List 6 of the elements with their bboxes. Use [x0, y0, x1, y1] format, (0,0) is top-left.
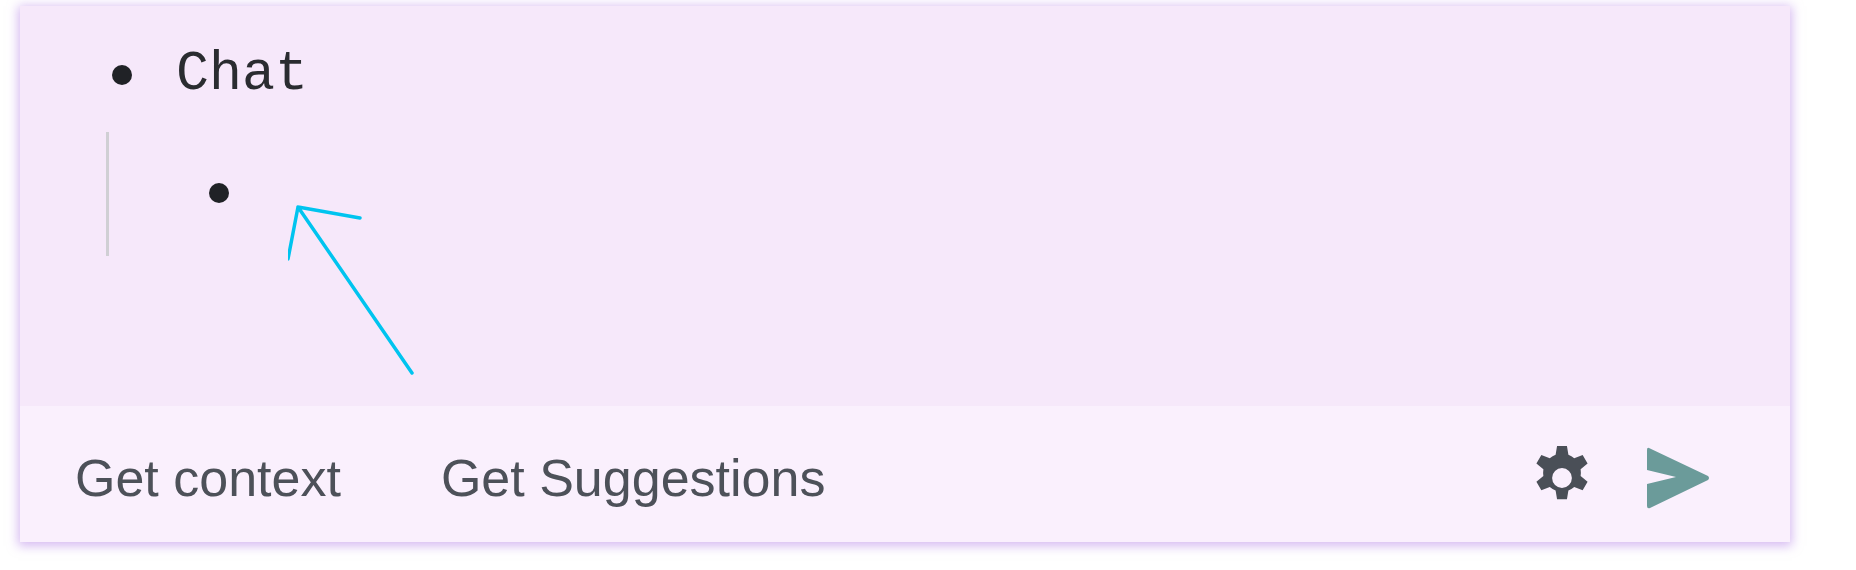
action-button[interactable]: Get Suggestions — [440, 448, 826, 508]
action-button[interactable]: Get context — [75, 448, 341, 508]
outline-item: Chat — [176, 42, 309, 108]
bullet-icon — [112, 65, 132, 85]
send-icon[interactable] — [1646, 446, 1710, 510]
bullet-icon — [209, 183, 229, 203]
